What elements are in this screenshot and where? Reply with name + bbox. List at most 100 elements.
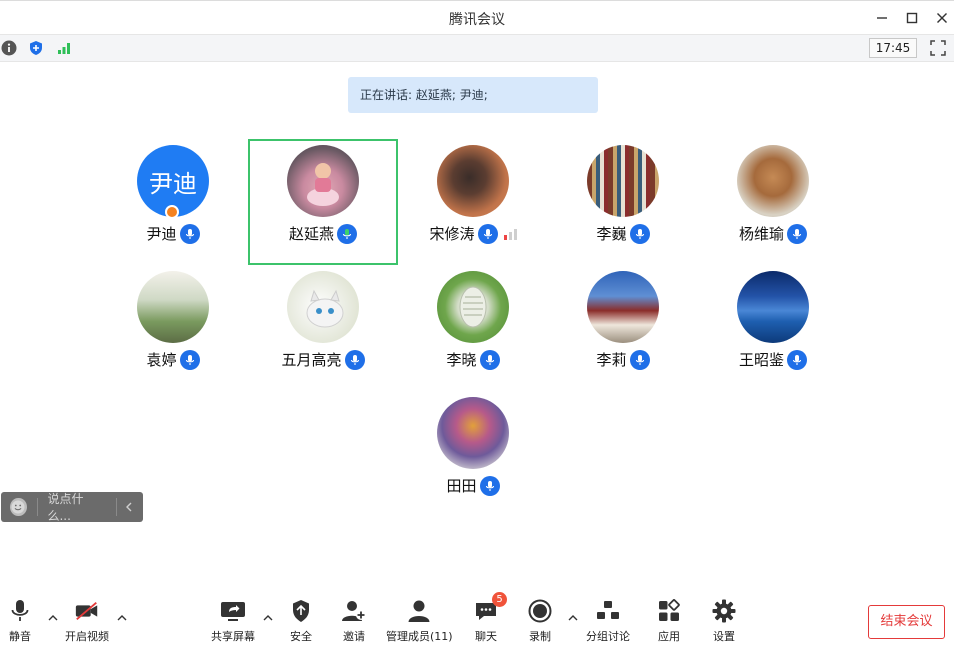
participant-tile[interactable]: 李莉	[548, 265, 698, 391]
microphone-icon[interactable]	[344, 349, 365, 370]
network-signal-icon	[503, 228, 517, 240]
share-options-chevron-icon[interactable]	[263, 608, 273, 621]
record-button[interactable]: 录制	[527, 598, 553, 644]
microphone-icon[interactable]	[479, 349, 500, 370]
shield-icon[interactable]	[27, 39, 45, 57]
security-button[interactable]: 安全	[288, 598, 314, 644]
close-icon[interactable]	[931, 7, 953, 29]
host-badge-icon	[165, 205, 179, 219]
emoji-icon[interactable]	[10, 498, 27, 516]
participant-tile[interactable]: 杨维瑜	[698, 139, 848, 265]
participant-name: 田田	[446, 477, 477, 495]
participant-tile[interactable]: 宋修涛	[398, 139, 548, 265]
participant-name: 李晓	[446, 351, 477, 369]
participant-name: 杨维瑜	[738, 225, 784, 243]
settings-button[interactable]: 设置	[711, 598, 737, 644]
participant-name-row: 五月高亮	[248, 349, 398, 370]
avatar	[287, 145, 359, 217]
manage-members-label: 管理成员(11)	[386, 630, 453, 643]
participant-name: 李巍	[596, 225, 627, 243]
avatar	[437, 271, 509, 343]
meeting-controls-bar: 静音 开启视频 共享屏幕 安全 邀请 管理成员(11) 5 聊天 录制 分组讨论…	[0, 590, 954, 653]
manage-members-button[interactable]: 管理成员(11)	[386, 598, 453, 644]
start-video-label: 开启视频	[65, 630, 109, 643]
microphone-icon[interactable]	[629, 349, 650, 370]
participant-tile[interactable]: 李晓	[398, 265, 548, 391]
breakout-rooms-label: 分组讨论	[586, 630, 630, 643]
avatar	[587, 145, 659, 217]
microphone-icon[interactable]	[629, 223, 650, 244]
participant-name: 赵延燕	[288, 225, 334, 243]
avatar-initials: 尹迪	[149, 169, 197, 198]
apps-grid-icon	[656, 598, 682, 624]
window-title: 腾讯会议	[449, 12, 505, 28]
maximize-icon[interactable]	[901, 7, 923, 29]
breakout-rooms-button[interactable]: 分组讨论	[586, 598, 630, 644]
chat-quick-input[interactable]: 说点什么...	[1, 492, 143, 523]
participant-tile[interactable]: 田田	[398, 391, 548, 517]
participant-tile[interactable]: 李巍	[548, 139, 698, 265]
microphone-icon[interactable]	[179, 223, 200, 244]
participant-name-row: 尹迪	[98, 223, 248, 244]
meeting-window: 腾讯会议 17:45 正在讲话: 赵延燕; 尹迪; 尹迪 尹迪 赵延燕 宋修涛 …	[0, 0, 954, 653]
mute-options-chevron-icon[interactable]	[48, 608, 58, 621]
shield-icon	[288, 598, 314, 624]
chat-button[interactable]: 5 聊天	[473, 592, 507, 644]
avatar	[137, 271, 209, 343]
mute-button[interactable]: 静音	[7, 598, 33, 644]
meeting-clock: 17:45	[869, 38, 917, 58]
avatar	[437, 145, 509, 217]
participant-name-row: 田田	[398, 475, 548, 496]
participant-name-row: 王昭鉴	[698, 349, 848, 370]
participant-name-row: 赵延燕	[250, 223, 396, 244]
share-screen-button[interactable]: 共享屏幕	[211, 598, 255, 644]
start-video-button[interactable]: 开启视频	[65, 598, 109, 644]
participant-tile[interactable]: 尹迪 尹迪	[98, 139, 248, 265]
participant-name-row: 李巍	[548, 223, 698, 244]
participant-tile[interactable]: 袁婷	[98, 265, 248, 391]
divider	[36, 498, 38, 516]
microphone-icon[interactable]	[477, 223, 498, 244]
microphone-icon	[7, 598, 33, 624]
microphone-speaking-icon[interactable]	[337, 223, 357, 244]
signal-strength-icon[interactable]	[55, 39, 73, 57]
speaking-indicator: 正在讲话: 赵延燕; 尹迪;	[348, 77, 598, 113]
info-icon[interactable]	[0, 39, 18, 57]
avatar	[287, 271, 359, 343]
avatar	[737, 271, 809, 343]
participant-tile-active[interactable]: 赵延燕	[248, 139, 398, 265]
record-icon	[527, 598, 553, 624]
mute-label: 静音	[9, 630, 31, 643]
chat-label: 聊天	[475, 630, 497, 643]
apps-button[interactable]: 应用	[656, 598, 682, 644]
avatar	[587, 271, 659, 343]
members-icon	[406, 598, 432, 624]
invite-button[interactable]: 邀请	[341, 598, 367, 644]
participant-name: 五月高亮	[281, 351, 342, 369]
participant-name-row: 李莉	[548, 349, 698, 370]
add-user-icon	[341, 598, 367, 624]
video-options-chevron-icon[interactable]	[117, 608, 127, 621]
microphone-icon[interactable]	[179, 349, 200, 370]
participant-name-row: 李晓	[398, 349, 548, 370]
end-meeting-button[interactable]: 结束会议	[868, 605, 945, 639]
share-screen-label: 共享屏幕	[211, 630, 255, 643]
participant-name: 宋修涛	[429, 225, 475, 243]
microphone-icon[interactable]	[479, 475, 500, 496]
participant-tile[interactable]: 五月高亮	[248, 265, 398, 391]
participant-tile[interactable]: 王昭鉴	[698, 265, 848, 391]
record-label: 录制	[529, 630, 551, 643]
microphone-icon[interactable]	[787, 223, 807, 244]
security-label: 安全	[290, 630, 312, 643]
settings-label: 设置	[713, 630, 735, 643]
breakout-rooms-icon	[595, 598, 621, 624]
unread-count-badge: 5	[492, 592, 507, 607]
share-screen-icon	[220, 598, 246, 624]
microphone-icon[interactable]	[787, 349, 807, 370]
record-options-chevron-icon[interactable]	[568, 608, 578, 621]
chat-placeholder: 说点什么...	[47, 492, 84, 523]
minimize-icon[interactable]	[871, 7, 893, 29]
participant-name-row: 袁婷	[98, 349, 248, 370]
collapse-chevron-icon[interactable]	[125, 502, 133, 512]
fullscreen-icon[interactable]	[930, 40, 946, 56]
